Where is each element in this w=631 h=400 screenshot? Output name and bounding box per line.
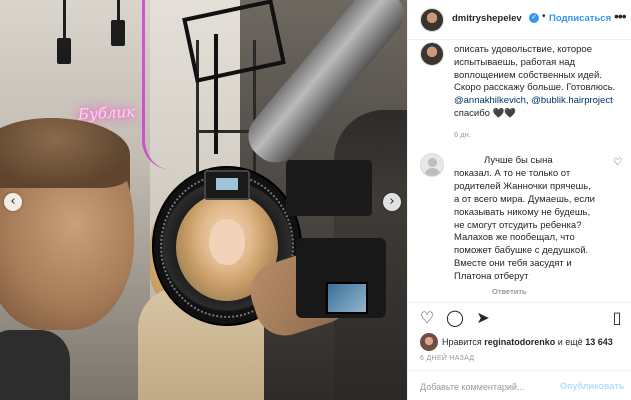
photo-pendant-lamp — [57, 38, 71, 64]
caption-line: Скоро расскажу больше. Готовлюсь. — [454, 82, 616, 94]
avatar[interactable] — [420, 333, 438, 351]
like-icon[interactable]: ♡ — [418, 309, 436, 327]
comment-input[interactable] — [420, 380, 560, 394]
comment-line: родителей Жанночки прячешь, — [454, 180, 591, 192]
likes-prefix: Нравится — [442, 337, 485, 347]
photo-camera-screen — [326, 282, 368, 314]
next-photo-icon[interactable]: › — [383, 193, 401, 211]
save-icon[interactable]: ▯ — [608, 309, 626, 327]
post-date[interactable]: 6 ДНЕЙ НАЗАД — [420, 355, 474, 362]
caption-mentions: @annakhilkevich, @bublik.hairproject — [454, 95, 624, 108]
caption-line: воплощением собственных идей. — [454, 69, 602, 81]
share-icon[interactable]: ➤ — [474, 309, 492, 327]
comment-like-icon[interactable]: ♡ — [613, 157, 622, 168]
comment-line: а от всего мира. Думаешь, если — [454, 193, 595, 205]
avatar[interactable] — [420, 153, 444, 177]
avatar[interactable] — [420, 8, 444, 32]
comment-line: Платона отберут — [454, 271, 529, 283]
photo-ring-display — [204, 170, 250, 200]
caption-line: спасибо 🖤🖤 — [454, 107, 517, 119]
photo-pendant-wire — [63, 0, 66, 40]
comment-icon[interactable]: ◯ — [446, 309, 464, 327]
photo-neon-cable — [142, 0, 182, 170]
username-link[interactable]: dmitryshepelev — [452, 13, 522, 24]
caption-line: описать удовольствие, которое — [454, 44, 593, 55]
comment-line: не смогут отсудить ребенка? — [454, 219, 582, 231]
post-photo[interactable]: Бублик ‹ › — [0, 0, 407, 400]
likes-middle: и ещё — [555, 337, 586, 347]
likes-count[interactable]: 13 643 — [585, 337, 613, 347]
comment-text: Лучше бы сына показал. А то не только от… — [454, 155, 610, 284]
post-caption: описать удовольствие, которое испытываеш… — [454, 44, 624, 121]
comment-line: показывать никому не будешь, — [454, 206, 591, 218]
mention-link[interactable]: @bublik.hairproject — [531, 95, 612, 106]
comment-line: Вместе они тебя засудят и — [454, 258, 572, 270]
comment-line: Лучше бы сына — [484, 155, 553, 166]
post-actions: ♡ ◯ ➤ ▯ — [408, 302, 631, 332]
photo-man-shirt — [0, 330, 70, 400]
more-options-icon[interactable]: ••• — [614, 8, 627, 24]
post-time[interactable]: 6 дн. — [454, 130, 471, 139]
photo-pendant-wire — [117, 0, 120, 22]
likes-summary: Нравится reginatodorenko и ещё 13 643 — [408, 332, 631, 352]
photo-neon-sign: Бублик — [77, 102, 136, 124]
prev-photo-icon[interactable]: ‹ — [4, 193, 22, 211]
add-comment-bar: Опубликовать — [408, 370, 631, 400]
comment-line: Малахов же пообещал, что — [454, 232, 575, 244]
photo-camera-monitor — [286, 160, 372, 216]
verified-badge-icon: ✓ — [529, 13, 539, 23]
publish-button[interactable]: Опубликовать — [560, 381, 624, 391]
avatar[interactable] — [420, 42, 444, 66]
post-header: dmitryshepelev ✓ • Подписаться ••• — [408, 0, 631, 40]
follow-button[interactable]: Подписаться — [549, 13, 611, 24]
likes-user-link[interactable]: reginatodorenko — [484, 337, 555, 347]
comment-line: поможет бабушке с дедушкой. — [454, 245, 589, 257]
comment-line: показал. А то не только от — [454, 167, 571, 179]
comments-list[interactable]: описать удовольствие, которое испытываеш… — [408, 40, 631, 302]
likes-text[interactable]: Нравится reginatodorenko и ещё 13 643 — [442, 337, 613, 347]
mention-link[interactable]: @annakhilkevich — [454, 95, 526, 106]
reply-button[interactable]: Ответить — [492, 287, 527, 296]
header-separator: • — [542, 11, 546, 22]
caption-line: испытываешь, работая над — [454, 56, 576, 68]
photo-pendant-lamp — [111, 20, 125, 46]
post-panel: dmitryshepelev ✓ • Подписаться ••• описа… — [407, 0, 631, 400]
